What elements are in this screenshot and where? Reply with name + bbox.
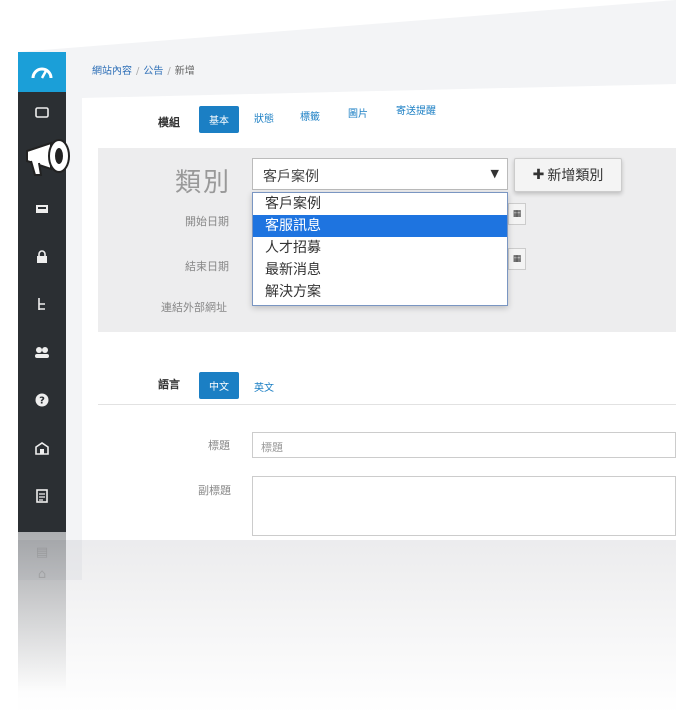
start-date-label: 開始日期 xyxy=(185,215,229,228)
app-screen: ? 網站內容 / 公告 / 新增 模組 基本 狀態 標籤 圖片 寄送提醒 類別 客戶案例… xyxy=(0,0,676,713)
category-dropdown-list: 客戶案例 客服訊息 人才招募 最新消息 解決方案 xyxy=(252,192,508,306)
language-label: 語言 xyxy=(158,378,180,391)
category-select[interactable]: 客戶案例 ▼ xyxy=(252,158,508,190)
category-option[interactable]: 客戶案例 xyxy=(253,193,507,215)
breadcrumb-current: 新增 xyxy=(174,66,195,77)
tab-send-reminder[interactable]: 寄送提醒 xyxy=(396,102,436,117)
category-label: 類別 xyxy=(175,168,232,198)
tab-tags[interactable]: 標籤 xyxy=(300,108,320,123)
category-option[interactable]: 最新消息 xyxy=(253,259,507,281)
tab-english[interactable]: 英文 xyxy=(254,379,274,394)
title-input[interactable]: 標題 xyxy=(252,432,676,458)
end-date-label: 結束日期 xyxy=(185,260,229,273)
title-input-placeholder: 標題 xyxy=(261,441,283,454)
breadcrumb-separator: / xyxy=(136,66,140,77)
tab-status[interactable]: 狀態 xyxy=(254,110,274,125)
tab-images[interactable]: 圖片 xyxy=(348,105,368,120)
add-category-label: 新增類別 xyxy=(547,168,604,184)
category-option-highlighted[interactable]: 客服訊息 xyxy=(253,215,507,237)
subtitle-textarea[interactable] xyxy=(252,476,676,536)
lock-icon[interactable] xyxy=(18,240,66,272)
store-icon-reflection: ⌂ xyxy=(37,566,47,582)
plus-icon: ✚ xyxy=(532,167,545,183)
svg-text:?: ? xyxy=(39,396,45,407)
document-icon-reflection: ▤ xyxy=(35,544,49,560)
gauge-logo-icon[interactable] xyxy=(18,52,66,92)
title-label: 標題 xyxy=(208,439,230,452)
external-url-label: 連結外部網址 xyxy=(161,301,227,314)
breadcrumb: 網站內容 / 公告 / 新增 xyxy=(92,62,195,77)
monitor-icon[interactable] xyxy=(18,96,66,128)
category-option[interactable]: 解決方案 xyxy=(253,281,507,303)
chevron-down-icon: ▼ xyxy=(490,167,499,180)
users-icon[interactable] xyxy=(18,336,66,368)
calendar-icon[interactable]: ▦ xyxy=(508,248,526,270)
divider xyxy=(98,404,676,405)
subtitle-label: 副標題 xyxy=(198,484,231,497)
module-label: 模組 xyxy=(158,116,180,129)
sidebar: ? xyxy=(18,52,66,532)
help-icon[interactable]: ? xyxy=(18,384,66,416)
category-option[interactable]: 人才招募 xyxy=(253,237,507,259)
inbox-icon[interactable] xyxy=(18,192,66,224)
category-select-value: 客戶案例 xyxy=(263,169,319,185)
tab-basic[interactable]: 基本 xyxy=(199,106,239,133)
reflection xyxy=(18,540,676,713)
tree-icon[interactable] xyxy=(18,288,66,320)
calendar-icon[interactable]: ▦ xyxy=(508,203,526,225)
add-category-button[interactable]: ✚ 新增類別 xyxy=(514,158,622,192)
tab-chinese[interactable]: 中文 xyxy=(199,372,239,399)
document-icon[interactable] xyxy=(18,480,66,512)
megaphone-icon[interactable] xyxy=(18,130,84,182)
store-icon[interactable] xyxy=(18,432,66,464)
breadcrumb-site-content[interactable]: 網站內容 xyxy=(92,66,132,77)
breadcrumb-announcements[interactable]: 公告 xyxy=(143,66,163,77)
breadcrumb-separator: / xyxy=(167,66,171,77)
